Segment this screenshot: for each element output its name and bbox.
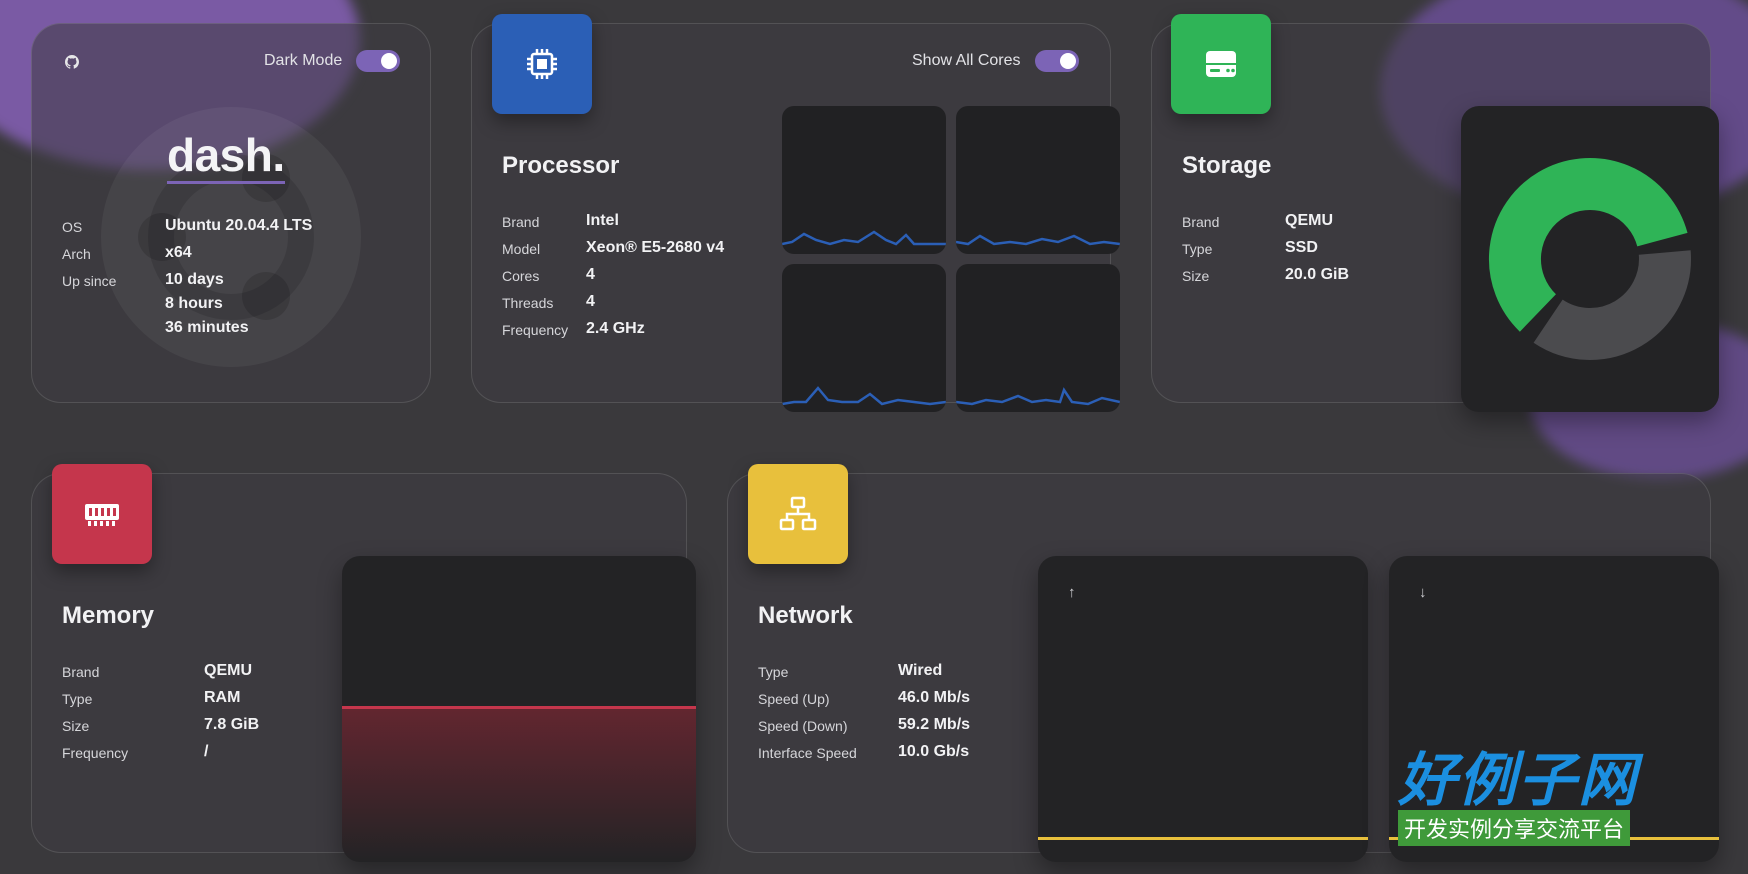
dark-mode-label: Dark Mode bbox=[264, 52, 343, 69]
memory-title: Memory bbox=[62, 602, 155, 629]
memory-row: Brand QEMU bbox=[62, 662, 252, 680]
row-label: Brand bbox=[502, 214, 540, 230]
core-load-line bbox=[956, 387, 1120, 406]
ram-icon bbox=[85, 504, 119, 526]
core-chart-2 bbox=[956, 106, 1120, 254]
row-label: Up since bbox=[62, 273, 117, 289]
core-load-line bbox=[782, 386, 946, 406]
processor-row: Frequency 2.4 GHz bbox=[502, 320, 645, 338]
network-icon-tile bbox=[748, 464, 848, 564]
core-load-line bbox=[782, 230, 946, 246]
row-label: Speed (Down) bbox=[758, 718, 848, 734]
row-value: Intel bbox=[586, 212, 619, 229]
row-value: 36 minutes bbox=[165, 319, 249, 336]
row-value: 8 hours bbox=[165, 295, 223, 312]
hard-drive-icon bbox=[1206, 51, 1236, 77]
storage-chart-panel bbox=[1461, 106, 1719, 412]
row-label: Size bbox=[1182, 268, 1210, 284]
row-label: Frequency bbox=[502, 322, 569, 338]
core-load-line bbox=[956, 234, 1120, 246]
row-value: SSD bbox=[1285, 239, 1318, 256]
memory-row: Size 7.8 GiB bbox=[62, 716, 259, 734]
overview-row-uptime: Up since 10 days bbox=[62, 271, 224, 289]
storage-row: Size 20.0 GiB bbox=[1182, 266, 1349, 284]
memory-row: Frequency / bbox=[62, 743, 208, 761]
network-icon bbox=[779, 496, 817, 531]
row-value: x64 bbox=[165, 244, 192, 261]
row-value: 2.4 GHz bbox=[586, 320, 645, 337]
dark-mode-toggle[interactable] bbox=[356, 50, 401, 72]
network-row: Speed (Up) 46.0 Mb/s bbox=[758, 689, 970, 707]
row-value: 4 bbox=[586, 293, 595, 310]
row-value: 4 bbox=[586, 266, 595, 283]
storage-title: Storage bbox=[1182, 152, 1272, 179]
processor-row: Cores 4 bbox=[502, 266, 595, 284]
storage-row: Brand QEMU bbox=[1182, 212, 1333, 230]
overview-row-os: OS Ubuntu 20.04.4 LTS bbox=[62, 217, 312, 235]
upload-arrow-icon: ↑ bbox=[1068, 584, 1076, 601]
dark-mode-toggle-group: Dark Mode bbox=[264, 50, 401, 72]
cpu-icon bbox=[527, 49, 557, 79]
overview-row-arch: Arch x64 bbox=[62, 244, 192, 262]
row-label: Frequency bbox=[62, 745, 129, 761]
row-label: Brand bbox=[62, 664, 100, 680]
memory-row: Type RAM bbox=[62, 689, 240, 707]
row-label: Type bbox=[758, 664, 789, 680]
storage-icon-tile bbox=[1171, 14, 1271, 114]
row-label: Threads bbox=[502, 295, 554, 311]
row-value: Xeon® E5-2680 v4 bbox=[586, 239, 725, 256]
row-label: Speed (Up) bbox=[758, 691, 830, 707]
overview-card: Dark Mode dash. OS Ubuntu 20.04.4 LTS Ar… bbox=[31, 23, 431, 403]
storage-row: Type SSD bbox=[1182, 239, 1318, 257]
row-label: Brand bbox=[1182, 214, 1220, 230]
processor-row: Brand Intel bbox=[502, 212, 619, 230]
network-row: Interface Speed 10.0 Gb/s bbox=[758, 743, 969, 761]
watermark-brand-title: 好例子网 bbox=[1398, 746, 1639, 814]
row-label: Interface Speed bbox=[758, 745, 857, 761]
show-all-cores-label: Show All Cores bbox=[912, 52, 1021, 69]
row-label: Arch bbox=[62, 246, 91, 262]
core-chart-4 bbox=[956, 264, 1120, 412]
row-label: Cores bbox=[502, 268, 540, 284]
memory-icon-tile bbox=[52, 464, 152, 564]
show-all-cores-toggle-group: Show All Cores bbox=[912, 50, 1079, 72]
watermark-brand: 好例子网 开发实例分享交流平台 bbox=[1398, 748, 1700, 846]
network-upload-panel: ↑ bbox=[1038, 556, 1368, 862]
row-label: Type bbox=[1182, 241, 1213, 257]
processor-row: Model Xeon® E5-2680 v4 bbox=[502, 239, 724, 257]
network-row: Type Wired bbox=[758, 662, 942, 680]
network-title: Network bbox=[758, 602, 853, 629]
network-row: Speed (Down) 59.2 Mb/s bbox=[758, 716, 970, 734]
storage-donut-chart bbox=[1489, 158, 1691, 360]
row-label: Type bbox=[62, 691, 93, 707]
processor-row: Threads 4 bbox=[502, 293, 595, 311]
row-label: Size bbox=[62, 718, 90, 734]
row-value: QEMU bbox=[1285, 212, 1333, 229]
upload-speed-line bbox=[1038, 837, 1368, 840]
watermark-brand-subtitle: 开发实例分享交流平台 bbox=[1398, 810, 1631, 846]
storage-free-arc bbox=[1533, 250, 1691, 360]
core-chart-1 bbox=[782, 106, 946, 254]
processor-title: Processor bbox=[502, 152, 620, 179]
processor-icon-tile bbox=[492, 14, 592, 114]
row-value: 20.0 GiB bbox=[1285, 266, 1350, 283]
row-label: OS bbox=[62, 219, 83, 235]
dash-logo: dash. bbox=[167, 128, 285, 184]
show-all-cores-toggle[interactable] bbox=[1034, 50, 1079, 72]
download-arrow-icon: ↓ bbox=[1419, 584, 1427, 601]
memory-usage-fill bbox=[342, 706, 696, 862]
row-label: Model bbox=[502, 241, 541, 257]
memory-chart-panel bbox=[342, 556, 696, 862]
core-chart-3 bbox=[782, 264, 946, 412]
github-icon[interactable] bbox=[65, 55, 79, 69]
row-value: 10 days bbox=[165, 271, 224, 288]
row-value: Ubuntu 20.04.4 LTS bbox=[165, 217, 313, 234]
